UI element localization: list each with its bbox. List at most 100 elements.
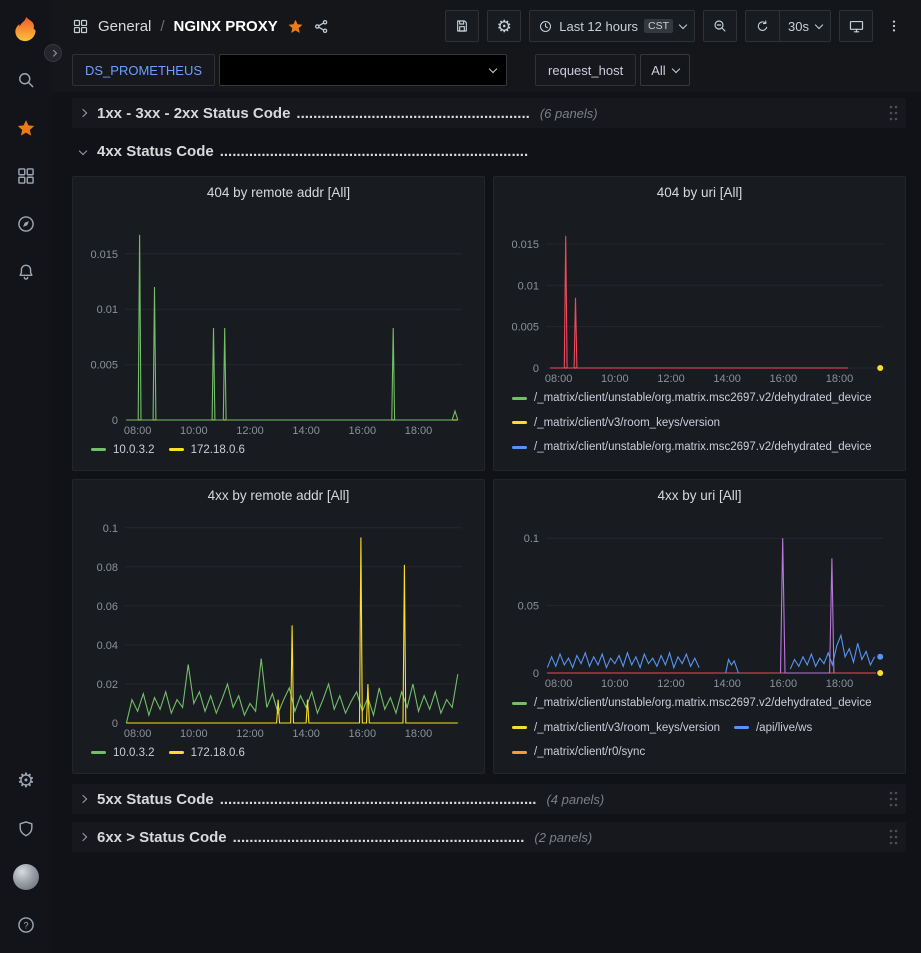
panel-title[interactable]: 4xx by remote addr [All]	[85, 488, 472, 508]
svg-text:12:00: 12:00	[236, 728, 264, 740]
svg-text:16:00: 16:00	[770, 678, 798, 690]
cycle-view-monitor-icon[interactable]	[839, 10, 873, 42]
svg-text:0: 0	[533, 363, 539, 375]
row-1xx-3xx-2xx-status-code[interactable]: 1xx - 3xx - 2xx Status Code ............…	[72, 98, 906, 128]
variable-label-datasource[interactable]: DS_PROMETHEUS	[72, 54, 215, 86]
svg-text:18:00: 18:00	[405, 728, 433, 740]
svg-text:16:00: 16:00	[349, 425, 377, 437]
alerting-bell-icon[interactable]	[0, 248, 52, 296]
panel-4xx-by-remote-addr: 4xx by remote addr [All] 00.020.040.060.…	[72, 479, 485, 774]
svg-text:0.005: 0.005	[511, 321, 539, 333]
row-leader-dots: ........................................…	[220, 143, 528, 160]
legend-item[interactable]: 10.0.3.2	[91, 744, 155, 762]
row-drag-handle-icon[interactable]	[888, 828, 898, 846]
user-avatar[interactable]	[0, 853, 52, 901]
refresh-button[interactable]	[745, 10, 779, 42]
svg-text:0.015: 0.015	[511, 239, 539, 251]
svg-text:08:00: 08:00	[545, 373, 573, 385]
variable-select-datasource[interactable]	[219, 54, 507, 86]
grafana-app: ⚙ ? General / NGINX PROXY	[0, 0, 921, 953]
svg-text:12:00: 12:00	[657, 373, 685, 385]
legend-label: 10.0.3.2	[113, 444, 155, 456]
chevron-down-icon	[79, 147, 87, 155]
panel-404-by-remote-addr: 404 by remote addr [All] 00.0050.010.015…	[72, 176, 485, 471]
chevron-down-icon	[489, 64, 497, 72]
legend-item[interactable]: /_matrix/client/v3/room_keys/version	[512, 414, 720, 432]
share-icon[interactable]	[313, 18, 330, 35]
legend-item[interactable]: /_matrix/client/unstable/org.matrix.msc2…	[512, 438, 872, 456]
server-admin-shield-icon[interactable]	[0, 805, 52, 853]
explore-compass-icon[interactable]	[0, 200, 52, 248]
row-title: 4xx Status Code	[97, 143, 214, 160]
starred-dashboards-icon[interactable]	[0, 104, 52, 152]
panel-title[interactable]: 4xx by uri [All]	[506, 488, 893, 508]
legend-label: /_matrix/client/v3/room_keys/version	[534, 722, 720, 734]
chevron-right-icon	[50, 50, 56, 56]
legend-item[interactable]: 10.0.3.2	[91, 441, 155, 459]
search-icon[interactable]	[0, 56, 52, 104]
favorite-star-icon[interactable]	[287, 18, 304, 35]
legend-item[interactable]: /sw.js	[734, 463, 784, 464]
row-4xx-status-code[interactable]: 4xx Status Code ........................…	[72, 136, 906, 166]
row-panel-count: (4 panels)	[546, 792, 604, 807]
settings-gear-icon[interactable]: ⚙	[0, 757, 52, 805]
dashboard-variables-bar: DS_PROMETHEUS request_host All	[52, 52, 921, 92]
panel-404-by-uri: 404 by uri [All] 00.0050.010.01508:0010:…	[493, 176, 906, 471]
svg-text:0.08: 0.08	[97, 562, 118, 574]
time-range-picker[interactable]: Last 12 hours CST	[529, 10, 695, 42]
legend-item[interactable]: /_matrix/client/unstable/org.matrix.msc2…	[512, 694, 872, 712]
legend-label: 10.0.3.2	[113, 747, 155, 759]
panel-title[interactable]: 404 by uri [All]	[506, 185, 893, 205]
more-options-kebab-icon[interactable]	[881, 10, 907, 42]
variable-select-request-host[interactable]: All	[640, 54, 689, 86]
variable-value-request-host: All	[651, 63, 665, 78]
breadcrumb-separator: /	[160, 18, 164, 35]
variable-label-request-host[interactable]: request_host	[535, 54, 636, 86]
svg-text:0.01: 0.01	[97, 304, 118, 316]
breadcrumb-dashboard-title[interactable]: NGINX PROXY	[174, 18, 278, 35]
row-6xx-status-code[interactable]: 6xx > Status Code ......................…	[72, 822, 906, 852]
dashboards-grid-icon[interactable]	[0, 152, 52, 200]
panel-title[interactable]: 404 by remote addr [All]	[85, 185, 472, 205]
svg-text:0.05: 0.05	[518, 600, 539, 612]
legend-item[interactable]: /api/live/ws	[734, 719, 812, 737]
legend-label: /_matrix/client/unstable/org.matrix.msc2…	[534, 441, 872, 453]
row-title: 5xx Status Code	[97, 791, 214, 808]
legend-item[interactable]: /_matrix/client/v3/room_keys/version	[512, 463, 720, 464]
help-icon[interactable]: ?	[0, 901, 52, 949]
time-series-chart[interactable]: 00.0050.010.01508:0010:0012:0014:0016:00…	[85, 207, 472, 439]
top-navbar: General / NGINX PROXY ⚙ Last 12 hours	[52, 0, 921, 52]
row-5xx-status-code[interactable]: 5xx Status Code ........................…	[72, 784, 906, 814]
legend-item[interactable]: /_matrix/client/unstable/org.matrix.msc2…	[512, 389, 872, 407]
row-drag-handle-icon[interactable]	[888, 790, 898, 808]
svg-text:0.005: 0.005	[90, 359, 118, 371]
legend-label: /_matrix/client/unstable/org.matrix.msc2…	[534, 392, 872, 404]
svg-text:14:00: 14:00	[713, 373, 741, 385]
sidebar-expand-button[interactable]	[44, 44, 62, 62]
legend-item[interactable]: /_matrix/client/v3/room_keys/version	[512, 719, 720, 737]
svg-text:10:00: 10:00	[601, 373, 629, 385]
legend-swatch	[169, 448, 184, 451]
dashboard-settings-gear-icon[interactable]: ⚙	[487, 10, 521, 42]
legend-item[interactable]: 172.18.0.6	[169, 744, 245, 762]
breadcrumb-folder[interactable]: General	[98, 18, 151, 35]
apps-grid-icon[interactable]	[72, 18, 89, 35]
legend-swatch	[512, 702, 527, 705]
time-series-chart[interactable]: 00.0050.010.01508:0010:0012:0014:0016:00…	[506, 207, 893, 387]
row-drag-handle-icon[interactable]	[888, 104, 898, 122]
legend-swatch	[169, 751, 184, 754]
zoom-out-button[interactable]	[703, 10, 737, 42]
legend-item[interactable]: /_matrix/client/r0/sync	[512, 743, 645, 761]
refresh-interval-dropdown[interactable]: 30s	[779, 10, 831, 42]
save-dashboard-button[interactable]	[445, 10, 479, 42]
sidebar-bottom-group: ⚙ ?	[0, 757, 52, 953]
svg-text:18:00: 18:00	[405, 425, 433, 437]
svg-text:10:00: 10:00	[180, 728, 208, 740]
refresh-interval-value: 30s	[788, 19, 809, 34]
legend-item[interactable]: 172.18.0.6	[169, 441, 245, 459]
chart-legend: 10.0.3.2 172.18.0.6	[85, 438, 472, 464]
chart-legend: /_matrix/client/unstable/org.matrix.msc2…	[506, 387, 893, 464]
time-series-chart[interactable]: 00.020.040.060.080.108:0010:0012:0014:00…	[85, 510, 472, 742]
svg-text:0: 0	[112, 415, 118, 427]
time-series-chart[interactable]: 00.050.108:0010:0012:0014:0016:0018:00	[506, 510, 893, 692]
